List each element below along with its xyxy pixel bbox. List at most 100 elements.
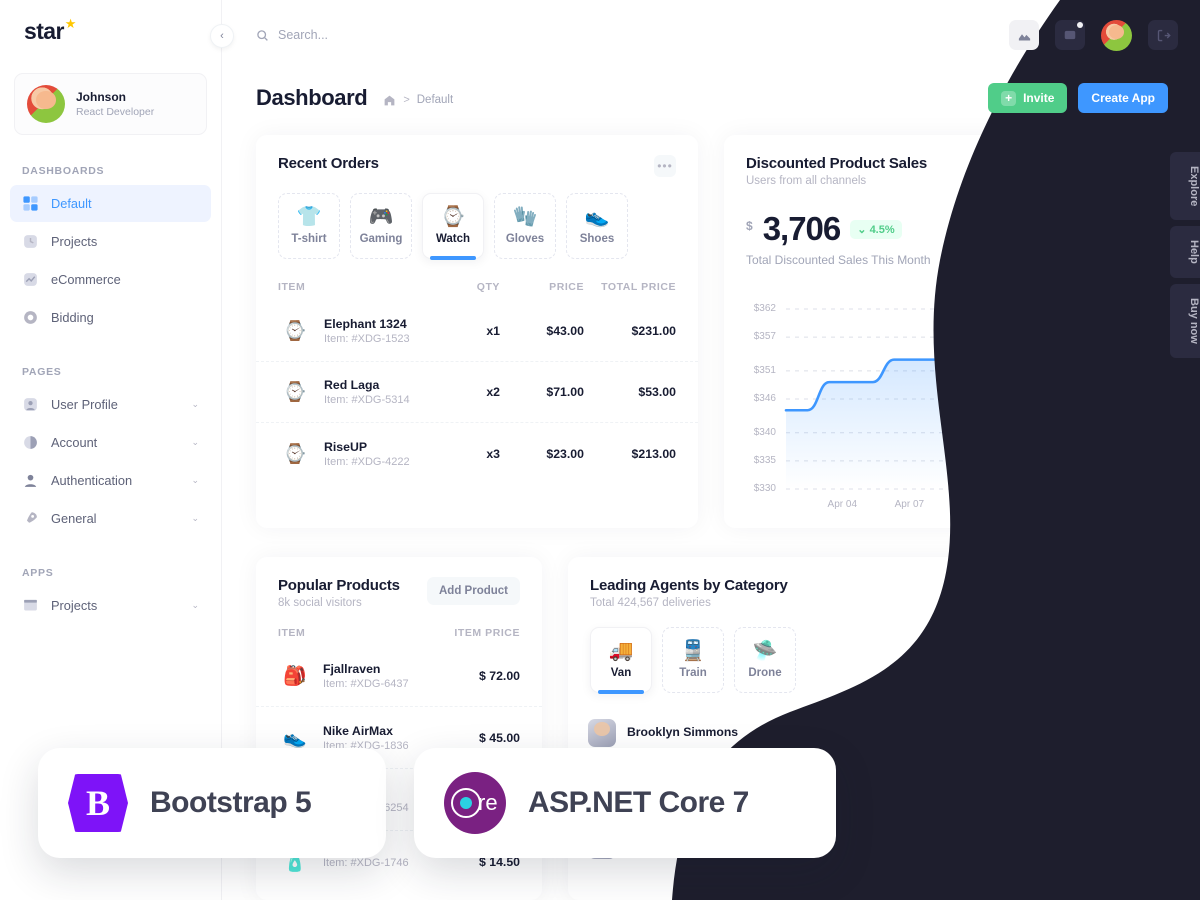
van-icon: 🚚 [608, 640, 634, 662]
tab-van[interactable]: 🚚 Van [590, 627, 652, 694]
tab-drone[interactable]: 🛸 Drone [734, 627, 796, 693]
arrow-right-icon[interactable]: → [1122, 831, 1148, 858]
search-placeholder: Search... [278, 28, 329, 42]
recent-orders-tabs: 👕 T-shirt 🎮 Gaming ⌚ Watch 🧤 Gloves 👟 Shoes [256, 177, 698, 260]
chevron-down-icon: ⌄ [191, 600, 199, 610]
sidebar-item-ecommerce[interactable]: eCommerce [10, 261, 211, 298]
tab-gaming[interactable]: 🎮 Gaming [350, 193, 412, 259]
cell-total: $53.00 [638, 385, 676, 399]
table-row[interactable]: ⌚ Elephant 1324 Item: #XDG-1523 x1 $43.00 $23… [256, 301, 698, 362]
brand-logo[interactable]: star ★ [0, 0, 221, 45]
avatar[interactable] [1101, 19, 1132, 51]
tab-label: T-shirt [291, 233, 327, 245]
tab-gloves[interactable]: 🧤 Gloves [494, 193, 556, 259]
user-square-icon [22, 396, 39, 413]
sidebar-item-user-profile[interactable]: User Profile ⌄ [10, 386, 211, 423]
cell-item-price: $ 72.00 [478, 668, 520, 683]
card-subtitle: Users from all channels [746, 175, 867, 187]
create-app-button[interactable]: Create App [1078, 83, 1168, 113]
y-axis-tick: $335 [753, 454, 776, 466]
gaming-icon: 🎮 [368, 206, 394, 228]
notifications-icon[interactable] [1055, 20, 1085, 50]
bootstrap-badge[interactable]: B Bootstrap 5 [38, 748, 386, 858]
search-input[interactable]: Search... [256, 28, 328, 42]
product-sku: Item: #XDG-1746 [323, 857, 409, 869]
product-sku: Item: #XDG-1523 [324, 333, 410, 345]
rail-tab-help[interactable]: Help [1170, 226, 1200, 279]
product-name: Elephant 1324 [324, 317, 407, 331]
deliveries-value: 1,240 [804, 718, 836, 733]
rating-label: Rating [1057, 726, 1091, 739]
tab-label: Gaming [359, 233, 403, 245]
tab-label: Van [610, 667, 632, 679]
invite-button[interactable]: + Invite [988, 83, 1068, 113]
topbar-actions [1009, 19, 1200, 51]
column-price: PRICE [549, 281, 584, 293]
sidebar-item-bidding[interactable]: Bidding [10, 299, 211, 336]
sidebar-item-general[interactable]: General ⌄ [10, 500, 211, 537]
arrow-right-icon[interactable]: → [1122, 775, 1148, 802]
activity-icon[interactable] [1009, 20, 1039, 50]
add-product-button[interactable]: Add Product [1053, 577, 1146, 605]
cell-qty: x2 [486, 385, 500, 399]
breadcrumb-current: Default [416, 94, 454, 106]
rail-tab-explore[interactable]: Explore [1170, 152, 1200, 221]
tab-watch[interactable]: ⌚ Watch [422, 193, 484, 260]
product-sku: Item: #XDG-6437 [323, 677, 409, 690]
tab-t-shirt[interactable]: 👕 T-shirt [278, 193, 340, 259]
arrow-down-icon: ⌄ [857, 224, 867, 237]
tab-shoes[interactable]: 👟 Shoes [566, 193, 628, 259]
sidebar-item-projects[interactable]: Projects ⌄ [10, 587, 211, 624]
column-item: ITEM [278, 627, 306, 639]
product-icon: ⌚ [283, 382, 307, 403]
column-qty: QTY [476, 281, 500, 293]
sidebar-item-label: Projects [51, 234, 98, 249]
chevron-left-icon: ‹ [220, 30, 224, 42]
sidebar-item-label: eCommerce [51, 272, 121, 287]
rail-tab-buy-now[interactable]: Buy now [1170, 284, 1200, 359]
drone-icon: 🛸 [752, 640, 778, 662]
y-axis-tick: $357 [753, 331, 776, 343]
watch-icon: ⌚ [440, 206, 466, 228]
status-badge: ⌄ 4.5% [850, 220, 902, 240]
table-row[interactable]: ⌚ RiseUP Item: #XDG-4222 x3 $23.00 $213.00 [256, 423, 698, 484]
tab-train[interactable]: 🚆 Train [662, 627, 724, 693]
home-icon[interactable] [383, 94, 396, 107]
discounted-sales-card: Discounted Product Sales Users from all … [724, 135, 1168, 528]
sidebar-item-projects[interactable]: Projects [10, 223, 211, 260]
card-subtitle: 8k social visitors [278, 597, 362, 609]
aspnet-badge[interactable]: re ASP.NET Core 7 [414, 748, 836, 858]
avatar [27, 85, 65, 123]
sales-header: Discounted Product Sales Users from all … [724, 135, 1168, 187]
popular-products-columns: ITEM ITEM PRICE [256, 609, 542, 639]
sidebar-item-account[interactable]: Account ⌄ [10, 424, 211, 461]
breadcrumb-separator: > [403, 94, 410, 106]
logout-icon[interactable] [1148, 20, 1178, 50]
sidebar-item-authentication[interactable]: Authentication ⌄ [10, 462, 211, 499]
currency-symbol: $ [746, 219, 753, 233]
y-axis-tick: $362 [753, 303, 776, 314]
earnings-value: $174,074 [934, 774, 986, 789]
more-options-icon[interactable]: ••• [1124, 155, 1146, 177]
agent-name: Brooklyn Simmons [627, 724, 739, 739]
sidebar-item-default[interactable]: Default [10, 185, 211, 222]
notification-badge [1077, 22, 1083, 28]
rating-label: Rating [1057, 782, 1091, 795]
list-item[interactable]: 🎒 Fjallraven Item: #XDG-6437 $ 72.00 [256, 645, 542, 707]
popular-products-header: Popular Products 8k social visitors Add … [256, 557, 542, 609]
arrow-right-icon[interactable]: → [1122, 719, 1148, 746]
sales-value: 3,706 [762, 210, 842, 247]
leading-agents-header: Leading Agents by Category Total 424,567… [568, 557, 1168, 609]
sidebar-collapse-button[interactable]: ‹ [210, 24, 234, 48]
product-icon: ⌚ [283, 321, 307, 342]
card-title: Discounted Product Sales [746, 155, 928, 172]
delta-value: 4.5% [869, 224, 895, 237]
lifebuoy-icon [22, 309, 39, 326]
user-profile-card[interactable]: Johnson React Developer [14, 73, 207, 135]
deliveries-label: Deliveries [804, 734, 853, 747]
more-options-icon[interactable]: ••• [654, 155, 676, 177]
x-axis-tick: Apr 04 [827, 499, 858, 510]
table-row[interactable]: ⌚ Red Laga Item: #XDG-5314 x2 $71.00 $53.00 [256, 362, 698, 423]
add-product-button[interactable]: Add Product [427, 577, 520, 605]
core-text: re [478, 790, 498, 815]
